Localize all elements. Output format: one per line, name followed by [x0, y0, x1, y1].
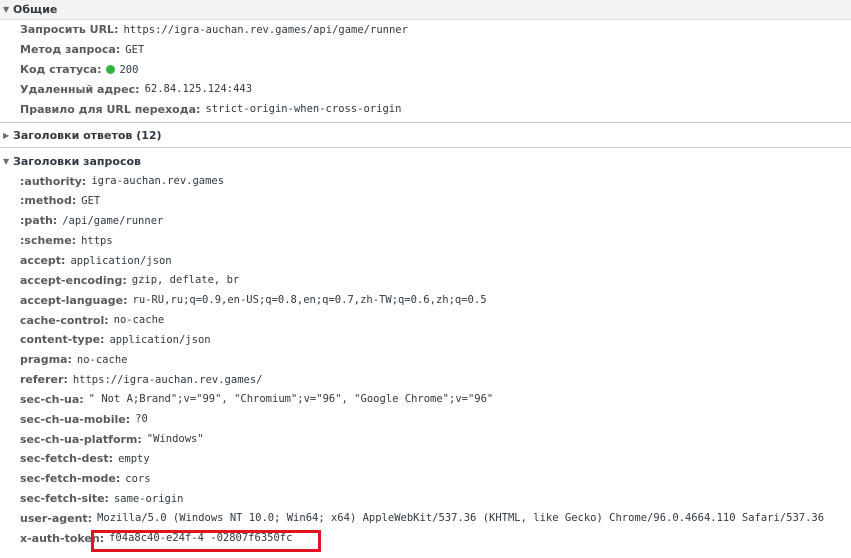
header-key: sec-fetch-site:: [20, 492, 109, 506]
general-section-title: Общие: [13, 3, 58, 16]
header-key: user-agent:: [20, 511, 93, 525]
header-key: Метод запроса:: [20, 43, 121, 57]
request-header-row: user-agent: Mozilla/5.0 (Windows NT 10.0;…: [20, 509, 851, 529]
header-value[interactable]: ?0: [135, 413, 148, 425]
expand-triangle-icon: ▼: [3, 5, 10, 14]
general-row-remote-address: Удаленный адрес: 62.84.125.124:443: [20, 80, 851, 100]
header-value[interactable]: strict-origin-when-cross-origin: [205, 103, 401, 115]
general-row-url: Запросить URL: https://igra-auchan.rev.g…: [20, 20, 851, 40]
request-header-row: sec-fetch-dest: empty: [20, 449, 851, 469]
header-key: accept-language:: [20, 293, 128, 307]
header-key: Удаленный адрес:: [20, 82, 140, 96]
header-key: sec-fetch-dest:: [20, 452, 114, 466]
request-header-row: accept-language: ru-RU,ru;q=0.9,en-US;q=0…: [20, 290, 851, 310]
response-headers-title: Заголовки ответов (12): [13, 128, 162, 142]
header-value[interactable]: igra-auchan.rev.games: [91, 175, 224, 187]
general-row-method: Метод запроса: GET: [20, 40, 851, 60]
general-rows: Запросить URL: https://igra-auchan.rev.g…: [0, 20, 851, 119]
header-value[interactable]: https://igra-auchan.rev.games/api/game/r…: [123, 24, 407, 36]
header-value[interactable]: empty: [118, 453, 150, 465]
response-headers-header[interactable]: ▶ Заголовки ответов (12): [0, 125, 851, 145]
header-key: Код статуса:: [20, 63, 102, 77]
request-header-row: sec-fetch-site: same-origin: [20, 489, 851, 509]
request-header-row: :authority: igra-auchan.rev.games: [20, 171, 851, 191]
general-section: ▼ Общие Запросить URL: https://igra-auch…: [0, 0, 851, 124]
header-value[interactable]: ru-RU,ru;q=0.9,en-US;q=0.8,en;q=0.7,zh-T…: [133, 294, 487, 306]
header-key: referer:: [20, 373, 68, 387]
header-value[interactable]: https: [81, 235, 113, 247]
header-key: accept-encoding:: [20, 273, 127, 287]
header-value[interactable]: application/json: [70, 255, 171, 267]
header-key: x-auth-token:: [20, 531, 105, 545]
header-key: sec-fetch-mode:: [20, 472, 121, 486]
response-headers-section: ▶ Заголовки ответов (12): [0, 123, 851, 149]
request-header-row: :method: GET: [20, 191, 851, 211]
header-key: Запросить URL:: [20, 23, 119, 37]
collapsed-triangle-icon: ▶: [3, 130, 10, 140]
request-header-row: sec-ch-ua-platform: "Windows": [20, 429, 851, 449]
request-headers-title: Заголовки запросов: [13, 154, 142, 168]
request-header-row: :path: /api/game/runner: [20, 211, 851, 231]
request-header-row: referer: https://igra-auchan.rev.games/: [20, 370, 851, 390]
header-value[interactable]: 200: [119, 64, 138, 76]
request-header-row: accept: application/json: [20, 251, 851, 271]
request-header-row: cache-control: no-cache: [20, 310, 851, 330]
header-value[interactable]: GET: [125, 44, 144, 56]
request-header-row: sec-ch-ua: " Not A;Brand";v="99", "Chromi…: [20, 390, 851, 410]
request-header-row: sec-fetch-mode: cors: [20, 469, 851, 489]
header-value[interactable]: no-cache: [114, 314, 165, 326]
header-key: :method:: [20, 194, 77, 208]
header-value[interactable]: "Windows": [147, 433, 204, 445]
header-key: :authority:: [20, 174, 87, 188]
header-value[interactable]: cors: [125, 473, 150, 485]
header-key: content-type:: [20, 333, 105, 347]
header-value[interactable]: gzip, deflate, br: [132, 274, 239, 286]
header-key: cache-control:: [20, 313, 109, 327]
header-value[interactable]: no-cache: [77, 354, 128, 366]
request-header-row: content-type: application/json: [20, 330, 851, 350]
request-header-row: accept-encoding: gzip, deflate, br: [20, 270, 851, 290]
header-key: :scheme:: [20, 234, 77, 248]
general-row-status: Код статуса: 200: [20, 60, 851, 80]
status-ok-icon: [106, 65, 116, 75]
header-value[interactable]: Mozilla/5.0 (Windows NT 10.0; Win64; x64…: [97, 512, 824, 524]
general-section-header[interactable]: ▼ Общие: [0, 0, 851, 20]
header-value[interactable]: application/json: [109, 334, 210, 346]
header-key: :path:: [20, 214, 58, 228]
general-row-referrer-policy: Правило для URL перехода: strict-origin-…: [20, 99, 851, 119]
header-value[interactable]: 62.84.125.124:443: [145, 83, 252, 95]
expand-triangle-icon: ▼: [3, 156, 10, 166]
header-value[interactable]: " Not A;Brand";v="99", "Chromium";v="96"…: [89, 393, 494, 405]
header-key: pragma:: [20, 353, 72, 367]
header-key: Правило для URL перехода:: [20, 102, 201, 116]
request-header-row: pragma: no-cache: [20, 350, 851, 370]
request-headers-section: ▼ Заголовки запросов :authority: igra-auc…: [0, 148, 851, 548]
request-header-rows: :authority: igra-auchan.rev.games :method…: [0, 171, 851, 548]
request-headers-header[interactable]: ▼ Заголовки запросов: [0, 151, 851, 171]
request-header-row: sec-ch-ua-mobile: ?0: [20, 409, 851, 429]
header-value[interactable]: same-origin: [114, 493, 184, 505]
header-key: sec-ch-ua-platform:: [20, 432, 142, 446]
header-value[interactable]: /api/game/runner: [62, 215, 163, 227]
header-key: accept:: [20, 254, 66, 268]
header-key: sec-ch-ua-mobile:: [20, 412, 131, 426]
auth-token-value[interactable]: f04a8c40-e24f-4 -02807f6350fc: [109, 532, 292, 544]
header-key: sec-ch-ua:: [20, 392, 84, 406]
request-header-row: :scheme: https: [20, 231, 851, 251]
header-value[interactable]: GET: [81, 195, 100, 207]
header-value[interactable]: https://igra-auchan.rev.games/: [73, 374, 263, 386]
request-header-row-auth-token: x-auth-token: f04a8c40-e24f-4 -02807f6350…: [20, 528, 851, 548]
